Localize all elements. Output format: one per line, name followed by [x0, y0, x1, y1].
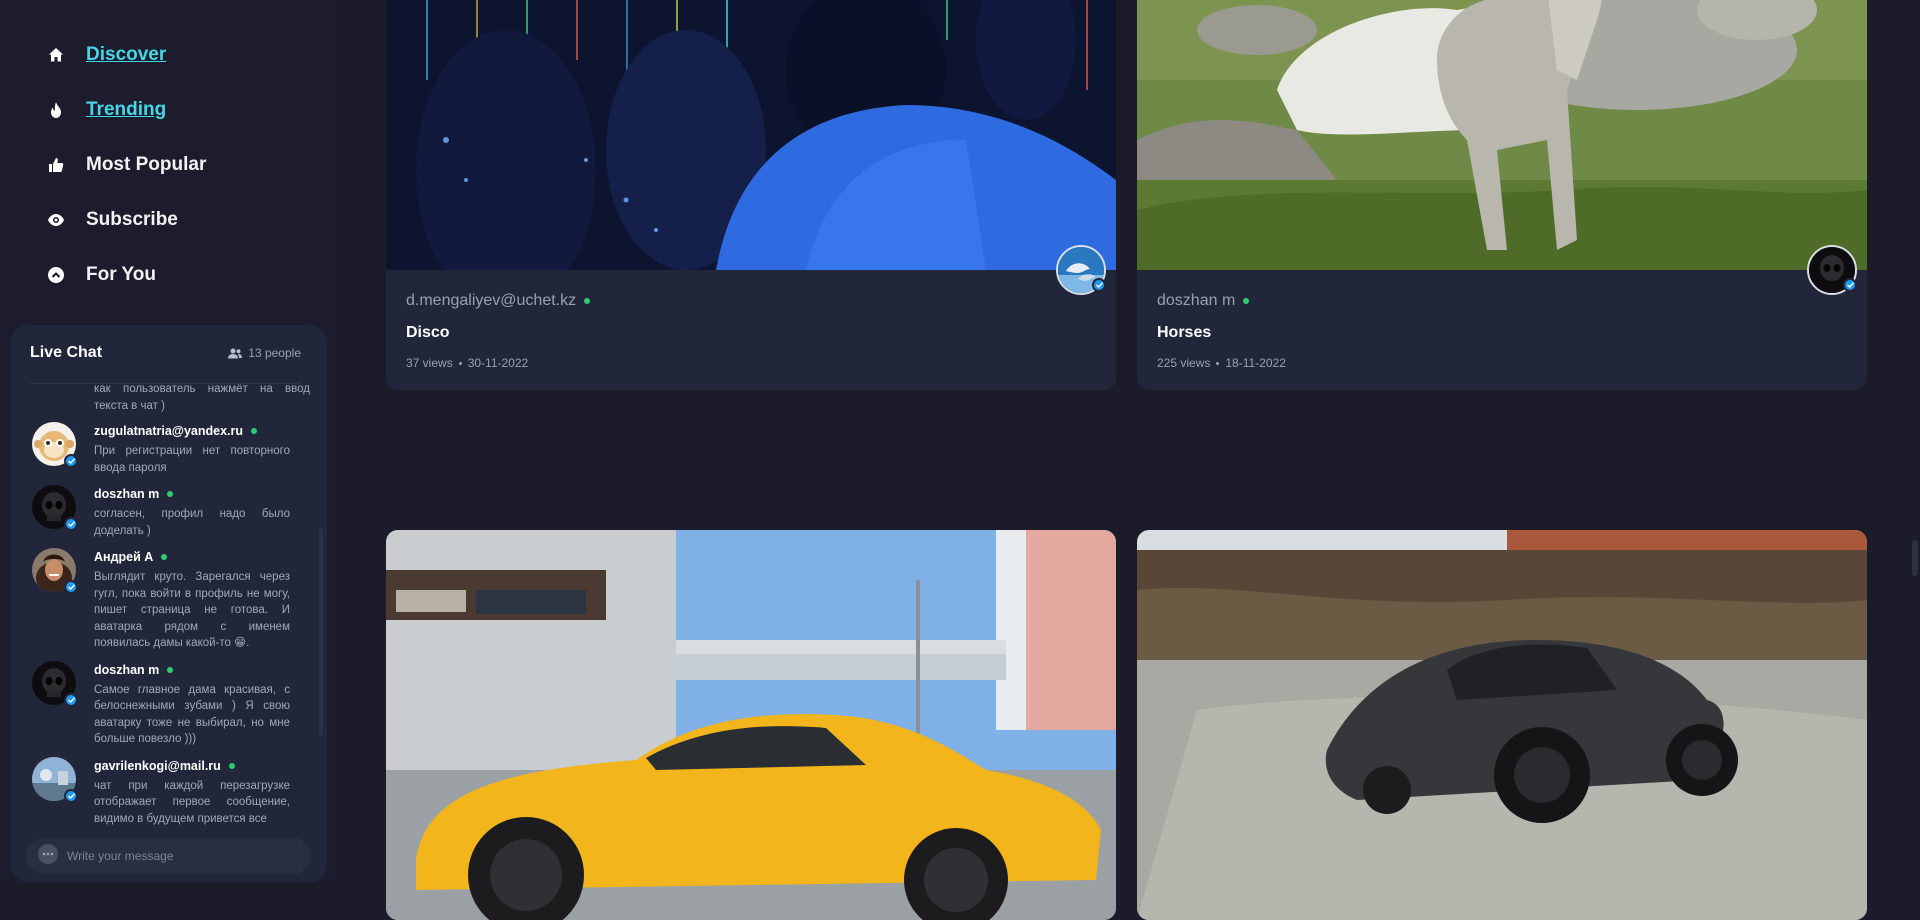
- card-author[interactable]: doszhan m: [1157, 292, 1250, 310]
- nav-label-subscribe[interactable]: Subscribe: [86, 209, 178, 231]
- video-card[interactable]: [386, 530, 1116, 920]
- people-count-label: 13 people: [248, 346, 301, 360]
- main-nav: Discover Trending Most Popular Subscribe…: [0, 27, 336, 302]
- live-chat-panel: Live Chat 13 people как пользователь наж…: [10, 325, 327, 882]
- chat-message: gavrilenkogi@mail.ru чат при каждой пере…: [10, 756, 327, 828]
- verified-icon: [64, 788, 78, 803]
- chat-message: Андрей А Выглядит круто. Зарегался через…: [10, 548, 327, 652]
- chat-scrollbar[interactable]: [319, 527, 323, 737]
- black-sports-car-thumbnail[interactable]: [1137, 530, 1867, 920]
- nav-label-for-you[interactable]: For You: [86, 264, 156, 286]
- chat-username[interactable]: doszhan m: [94, 485, 290, 503]
- chat-message-body: doszhan m Самое главное дама красивая, с…: [94, 661, 290, 748]
- online-indicator: [228, 762, 235, 769]
- nav-label-discover[interactable]: Discover: [86, 44, 166, 66]
- verified-icon: [64, 580, 78, 594]
- card-author-label: doszhan m: [1157, 292, 1236, 309]
- card-author-label: d.mengaliyev@uchet.kz: [406, 292, 577, 309]
- upload-date: 30-11-2022: [467, 356, 529, 370]
- eye-icon: [47, 211, 65, 229]
- avatar[interactable]: [32, 660, 78, 707]
- chat-username[interactable]: doszhan m: [94, 661, 290, 679]
- nav-item-trending[interactable]: Trending: [0, 82, 336, 137]
- avatar[interactable]: [32, 548, 78, 594]
- chat-message-text: чат при каждой перезагрузке отображает п…: [94, 779, 290, 825]
- emoji-icon[interactable]: [38, 843, 58, 869]
- chat-title: Live Chat: [30, 344, 103, 361]
- card-info: doszhan m Horses 225 views 18-11-2022: [1137, 270, 1867, 390]
- sidebar: Discover Trending Most Popular Subscribe…: [0, 0, 336, 882]
- meta-separator: [1216, 361, 1220, 365]
- disco-crowd-thumbnail[interactable]: [386, 0, 1116, 270]
- online-indicator: [167, 666, 174, 673]
- chat-username-label: gavrilenkogi@mail.ru: [94, 758, 221, 773]
- online-indicator: [1243, 298, 1250, 304]
- chat-username[interactable]: Андрей А: [94, 548, 290, 566]
- chat-username-label: doszhan m: [94, 662, 160, 677]
- nav-item-discover[interactable]: Discover: [0, 27, 336, 82]
- card-meta: 37 views 30-11-2022: [406, 356, 528, 370]
- verified-icon: [64, 692, 78, 707]
- chat-input-box[interactable]: [26, 838, 311, 874]
- thumbs-up-icon: [47, 156, 65, 174]
- video-card[interactable]: d.mengaliyev@uchet.kz Disco 37 views 30-1…: [386, 0, 1116, 390]
- chat-message: doszhan m согласен, профил надо было дод…: [10, 485, 327, 539]
- chat-message-body: zugulatnatria@yandex.ru При регистрации …: [94, 422, 290, 476]
- verified-icon: [1843, 278, 1857, 292]
- chat-header: Live Chat 13 people: [10, 325, 327, 381]
- people-icon: [228, 348, 243, 358]
- home-icon: [47, 46, 65, 64]
- online-indicator: [584, 298, 591, 304]
- video-card[interactable]: [1137, 530, 1867, 920]
- nav-label-most-popular[interactable]: Most Popular: [86, 154, 206, 176]
- chat-message-text: Самое главное дама красивая, с белоснежн…: [94, 683, 290, 746]
- meta-separator: [458, 361, 462, 365]
- chat-username[interactable]: zugulatnatria@yandex.ru: [94, 422, 290, 440]
- chat-username[interactable]: gavrilenkogi@mail.ru: [94, 757, 290, 775]
- avatar[interactable]: [32, 485, 78, 531]
- flame-icon: [47, 101, 65, 119]
- chat-message-list[interactable]: как пользователь нажмёт на ввод текста в…: [10, 384, 327, 844]
- verified-icon: [1092, 278, 1106, 292]
- yellow-sports-car-thumbnail[interactable]: [386, 530, 1116, 920]
- chat-message-body: doszhan m согласен, профил надо было дод…: [94, 485, 290, 539]
- horses-field-thumbnail[interactable]: [1137, 0, 1867, 270]
- chat-message: doszhan m Самое главное дама красивая, с…: [10, 660, 327, 748]
- chat-username-label: doszhan m: [94, 487, 160, 501]
- verified-icon: [64, 517, 78, 531]
- people-count: 13 people: [228, 346, 301, 360]
- verified-icon: [64, 454, 78, 468]
- chat-username-label: zugulatnatria@yandex.ru: [94, 424, 244, 438]
- page-scrollbar[interactable]: [1912, 540, 1918, 576]
- nav-label-trending[interactable]: Trending: [86, 99, 166, 121]
- nav-item-for-you[interactable]: For You: [0, 247, 336, 302]
- chat-message: zugulatnatria@yandex.ru При регистрации …: [10, 422, 327, 476]
- nav-item-most-popular[interactable]: Most Popular: [0, 137, 336, 192]
- chat-message-input[interactable]: [67, 849, 297, 863]
- avatar[interactable]: [32, 756, 78, 803]
- video-card[interactable]: doszhan m Horses 225 views 18-11-2022: [1137, 0, 1867, 390]
- online-indicator: [161, 554, 168, 560]
- chevron-up-circle-icon: [47, 266, 65, 284]
- card-author[interactable]: d.mengaliyev@uchet.kz: [406, 292, 591, 310]
- card-info: d.mengaliyev@uchet.kz Disco 37 views 30-1…: [386, 270, 1116, 390]
- avatar[interactable]: [32, 422, 78, 468]
- chat-username-label: Андрей А: [94, 550, 154, 564]
- card-meta: 225 views 18-11-2022: [1157, 356, 1286, 370]
- chat-message-body: gavrilenkogi@mail.ru чат при каждой пере…: [94, 757, 290, 828]
- chat-message-fragment: как пользователь нажмёт на ввод текста в…: [94, 384, 310, 412]
- online-indicator: [167, 491, 174, 497]
- chat-message-text: Выглядит круто. Зарегался через гугл, по…: [94, 571, 290, 649]
- nav-item-subscribe[interactable]: Subscribe: [0, 192, 336, 247]
- chat-message-text: согласен, профил надо было доделать ): [94, 508, 290, 537]
- chat-message-body: Андрей А Выглядит круто. Зарегался через…: [94, 548, 290, 652]
- upload-date: 18-11-2022: [1225, 356, 1286, 370]
- card-title[interactable]: Horses: [1157, 324, 1211, 342]
- online-indicator: [251, 428, 258, 434]
- view-count: 225 views: [1157, 356, 1211, 370]
- chat-message-text: При регистрации нет повторного ввода пар…: [94, 445, 290, 474]
- view-count: 37 views: [406, 356, 453, 370]
- card-title[interactable]: Disco: [406, 324, 450, 342]
